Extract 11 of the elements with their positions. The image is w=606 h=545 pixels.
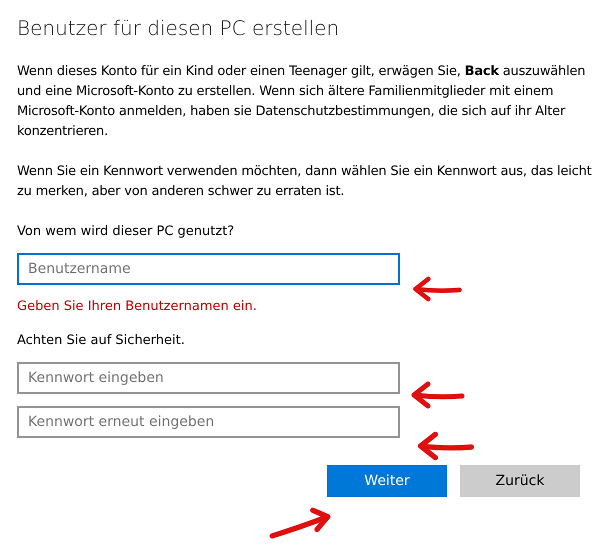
intro-paragraph: Wenn dieses Konto für ein Kind oder einen Teenager gilt, erwägen Sie, Back auszuwählen und eine Microsoft-Konto zu erstellen. Wenn sich ältere Familienmitglieder mit einem Microsoft-Konto anmelden, haben sie Datenschutzbestimmungen, die sich auf ihr Alter konzentrieren. [17,63,586,141]
input-field[interactable]: Kennwort erneut eingeben [17,406,400,438]
back-button[interactable]: Zurück [460,465,580,497]
password-hint: Wenn Sie ein Kennwort verwenden möchten, dann wählen Sie ein Kennwort aus, das leicht zu merken, aber von anderen schwer zu erraten ist. [17,163,593,201]
user-label: Von wem wird dieser PC genutzt? [17,223,236,241]
input-field[interactable]: Benutzername [17,253,400,285]
next-button[interactable]: Weiter [327,465,447,497]
input-field[interactable]: Kennwort eingeben [17,362,400,394]
page-title: Benutzer für diesen PC erstellen [17,15,340,42]
error-message: Geben Sie Ihren Benutzernamen ein. [17,298,258,316]
security-label: Achten Sie auf Sicherheit. [17,332,186,350]
